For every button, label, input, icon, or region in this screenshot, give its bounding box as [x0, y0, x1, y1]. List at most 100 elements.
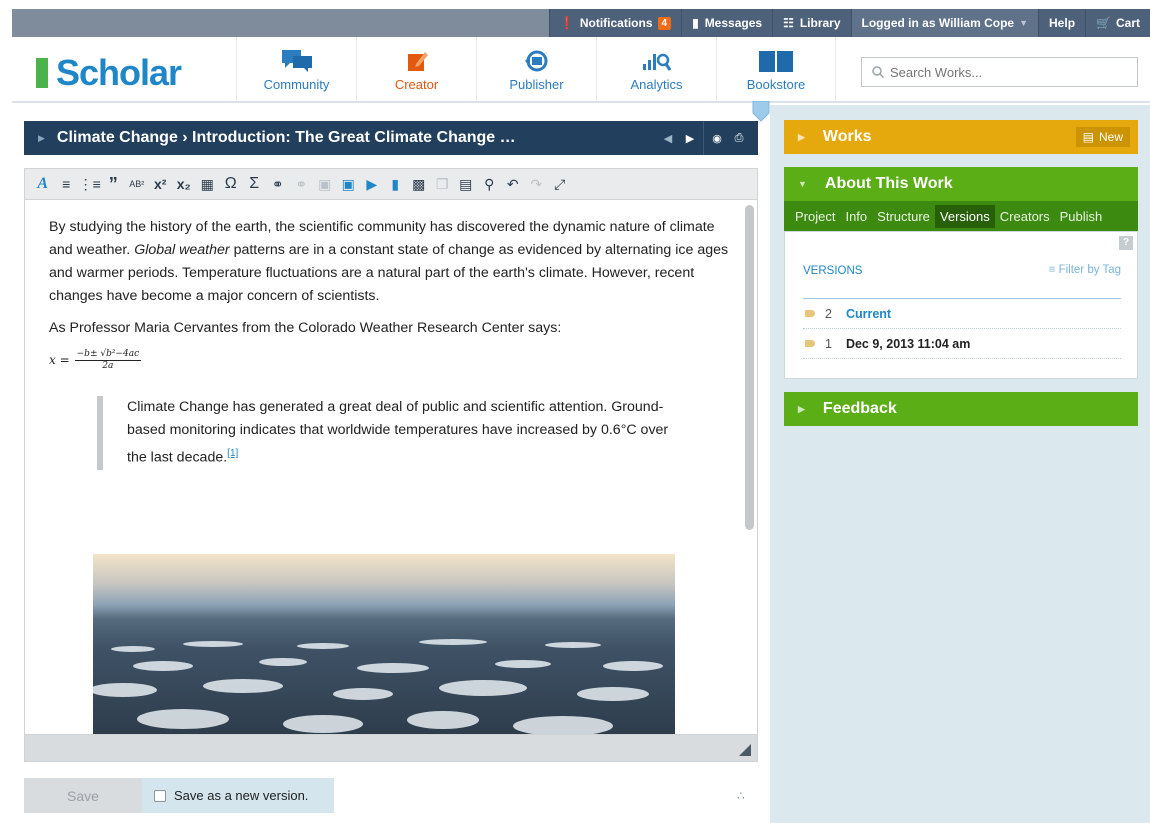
- nav-community[interactable]: Community: [236, 37, 356, 101]
- save-new-version-checkbox[interactable]: [154, 789, 166, 802]
- main-nav: Community Creator Publisher Analytics Bo…: [236, 37, 836, 101]
- cart-label: Cart: [1115, 16, 1140, 30]
- editor-scrollbar[interactable]: [745, 205, 754, 530]
- ab-superscript-icon[interactable]: AB²: [125, 171, 149, 197]
- community-icon: [281, 50, 312, 72]
- print-icon[interactable]: ⎙: [728, 132, 750, 145]
- insert-image-icon[interactable]: ▣: [313, 171, 337, 197]
- nav-creator[interactable]: Creator: [356, 37, 476, 101]
- tag-icon[interactable]: [805, 340, 815, 347]
- insert-widget-icon[interactable]: ▩: [407, 171, 431, 197]
- nav-bookstore[interactable]: Bookstore: [716, 37, 836, 101]
- nav-publisher[interactable]: Publisher: [476, 37, 596, 101]
- about-panel-header[interactable]: ▼ About This Work: [784, 167, 1138, 201]
- subscript-icon[interactable]: x₂: [172, 171, 196, 197]
- works-panel-header[interactable]: ▶ Works ▤ New: [784, 120, 1138, 154]
- superscript-icon[interactable]: x²: [149, 171, 173, 197]
- nav-community-label: Community: [263, 77, 330, 92]
- preview-eye-icon[interactable]: ◉: [706, 132, 728, 145]
- expand-triangle-icon[interactable]: ▶: [38, 133, 45, 144]
- filter-label: Filter by Tag: [1058, 264, 1121, 276]
- bookstore-icon: [759, 51, 793, 72]
- ordered-list-icon[interactable]: ≡: [55, 171, 79, 197]
- quadratic-formula: x = −b± √b²−4ac 2a: [49, 349, 729, 372]
- quote-text: Climate Change has generated a great dea…: [127, 399, 669, 466]
- previous-section-icon[interactable]: ◀: [657, 132, 679, 145]
- formula-lhs: x =: [49, 353, 70, 367]
- tab-versions[interactable]: Versions: [934, 204, 995, 228]
- version-number: 2: [825, 306, 832, 321]
- help-label: Help: [1049, 16, 1076, 30]
- nav-publisher-label: Publisher: [509, 77, 564, 92]
- search-input[interactable]: [890, 64, 1125, 80]
- insert-file-icon[interactable]: ▮: [384, 171, 408, 197]
- font-style-icon[interactable]: A: [31, 171, 55, 197]
- play-media-icon[interactable]: ▶: [360, 171, 384, 197]
- nav-analytics[interactable]: Analytics: [596, 37, 716, 101]
- editor-content-area[interactable]: By studying the history of the earth, th…: [24, 200, 758, 734]
- loading-indicator-icon: ∴: [737, 789, 745, 803]
- tag-icon[interactable]: [805, 310, 815, 317]
- undo-icon[interactable]: ↶: [501, 171, 525, 197]
- copy-icon[interactable]: ❐: [431, 171, 455, 197]
- bullet-list-icon[interactable]: ⋮≡: [78, 171, 102, 197]
- tab-project[interactable]: Project: [790, 205, 840, 228]
- document-body: By studying the history of the earth, th…: [49, 216, 729, 470]
- notifications-label: Notifications: [579, 16, 653, 30]
- feedback-panel-header[interactable]: ▶ Feedback: [784, 392, 1138, 426]
- cart-button[interactable]: 🛒 Cart: [1085, 9, 1150, 37]
- expand-triangle-icon: ▶: [798, 403, 805, 414]
- library-button[interactable]: ☷ Library: [772, 9, 851, 37]
- new-work-button[interactable]: ▤ New: [1075, 127, 1130, 147]
- link-icon[interactable]: ⚭: [266, 171, 290, 197]
- about-tabs: Project Info Structure Versions Creators…: [784, 201, 1138, 231]
- user-label: Logged in as William Cope: [861, 16, 1015, 30]
- cart-icon: 🛒: [1096, 16, 1111, 30]
- insert-media-icon[interactable]: ▣: [337, 171, 361, 197]
- user-menu-button[interactable]: Logged in as William Cope ▼: [850, 9, 1039, 37]
- table-icon[interactable]: ▦: [196, 171, 220, 197]
- filter-icon: ≡: [1048, 264, 1059, 276]
- filter-by-tag-link[interactable]: ≡ Filter by Tag: [1049, 264, 1121, 276]
- versions-panel: ? VERSIONS ≡ Filter by Tag 2 Current 1 D…: [784, 231, 1138, 379]
- analytics-icon: [642, 53, 671, 71]
- omega-icon[interactable]: Ω: [219, 171, 243, 197]
- unlink-icon[interactable]: ⚭: [290, 171, 314, 197]
- tab-publish[interactable]: Publish: [1055, 205, 1108, 228]
- search-box[interactable]: [861, 57, 1138, 87]
- blockquote-icon[interactable]: ”: [102, 171, 126, 197]
- save-button[interactable]: Save: [24, 778, 142, 813]
- top-bar-menu: ❗ Notifications 4 ▮ Messages ☷ Library L…: [548, 9, 1150, 37]
- about-title: About This Work: [824, 175, 953, 192]
- scholar-logo[interactable]: Scholar: [36, 55, 182, 91]
- version-label[interactable]: Current: [846, 307, 891, 321]
- next-section-icon[interactable]: ▶: [679, 132, 701, 145]
- library-label: Library: [799, 16, 841, 30]
- formula-fraction: −b± √b²−4ac 2a: [74, 349, 142, 372]
- footnote-link[interactable]: [1]: [227, 448, 238, 459]
- tab-creators[interactable]: Creators: [995, 205, 1055, 228]
- formula-denominator: 2a: [102, 361, 114, 371]
- collapse-triangle-icon: ▼: [798, 179, 807, 189]
- messages-button[interactable]: ▮ Messages: [681, 9, 773, 37]
- save-new-version-option[interactable]: Save as a new version.: [142, 778, 334, 813]
- search-icon: [872, 66, 884, 78]
- fullscreen-icon[interactable]: ⤢: [548, 171, 572, 197]
- nav-creator-label: Creator: [394, 77, 439, 92]
- versions-list: 2 Current 1 Dec 9, 2013 11:04 am: [803, 298, 1121, 359]
- paste-icon[interactable]: ▤: [454, 171, 478, 197]
- works-title: Works: [822, 128, 872, 145]
- list-item[interactable]: 2 Current: [803, 299, 1121, 329]
- tab-info[interactable]: Info: [840, 205, 872, 228]
- notifications-button[interactable]: ❗ Notifications 4: [548, 9, 682, 37]
- help-button[interactable]: Help: [1038, 9, 1086, 37]
- list-item[interactable]: 1 Dec 9, 2013 11:04 am: [803, 329, 1121, 359]
- version-label[interactable]: Dec 9, 2013 11:04 am: [846, 337, 970, 351]
- tab-structure[interactable]: Structure: [872, 205, 935, 228]
- help-icon[interactable]: ?: [1119, 236, 1133, 250]
- find-icon[interactable]: ⚲: [478, 171, 502, 197]
- alert-icon: ❗: [559, 16, 575, 30]
- redo-icon[interactable]: ↷: [525, 171, 549, 197]
- resize-handle-icon[interactable]: [739, 744, 751, 756]
- sigma-icon[interactable]: Σ: [243, 171, 267, 197]
